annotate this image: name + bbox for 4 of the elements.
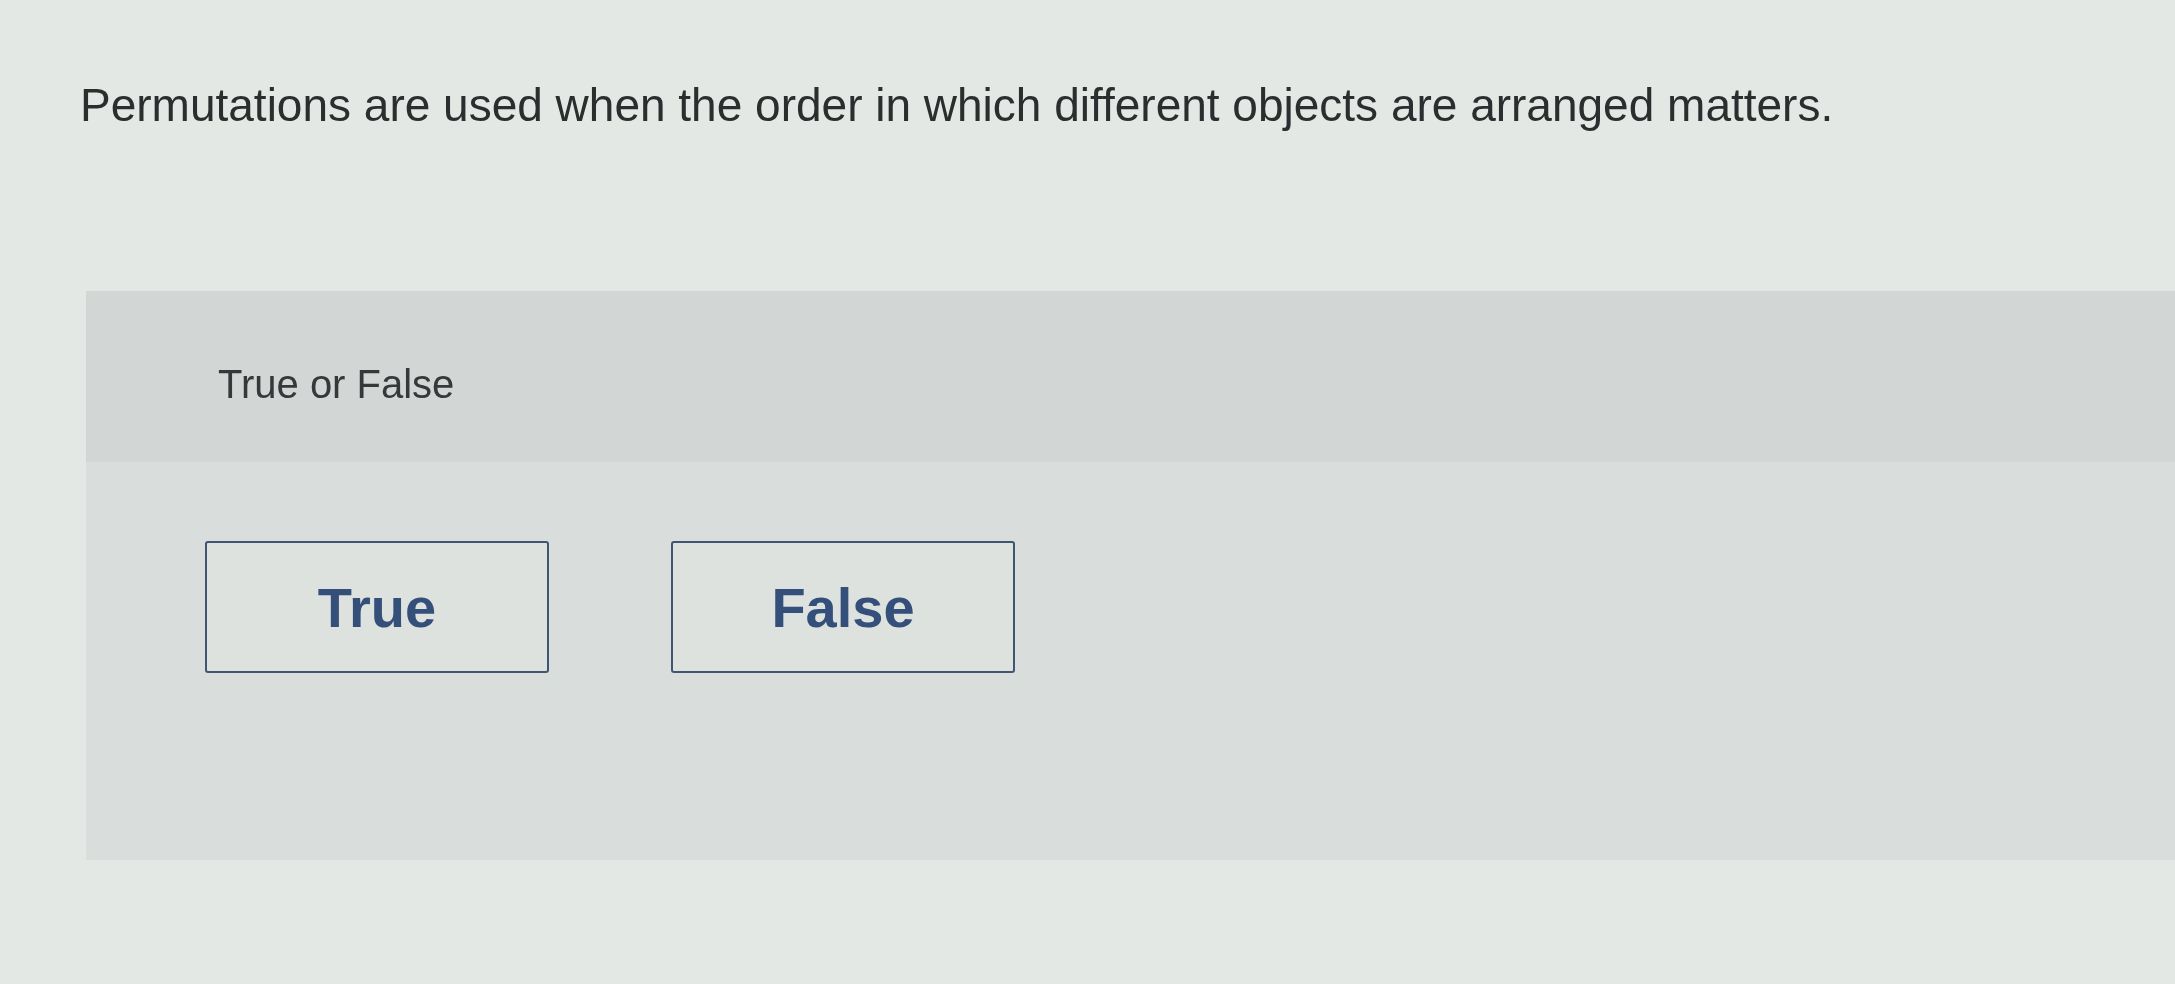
answer-option-button[interactable]: False	[671, 541, 1015, 673]
question-text: Permutations are used when the order in which different objects are arranged matters.	[80, 78, 1835, 132]
answer-option-button[interactable]: True	[205, 541, 549, 673]
prompt-text: True or False	[218, 361, 455, 408]
